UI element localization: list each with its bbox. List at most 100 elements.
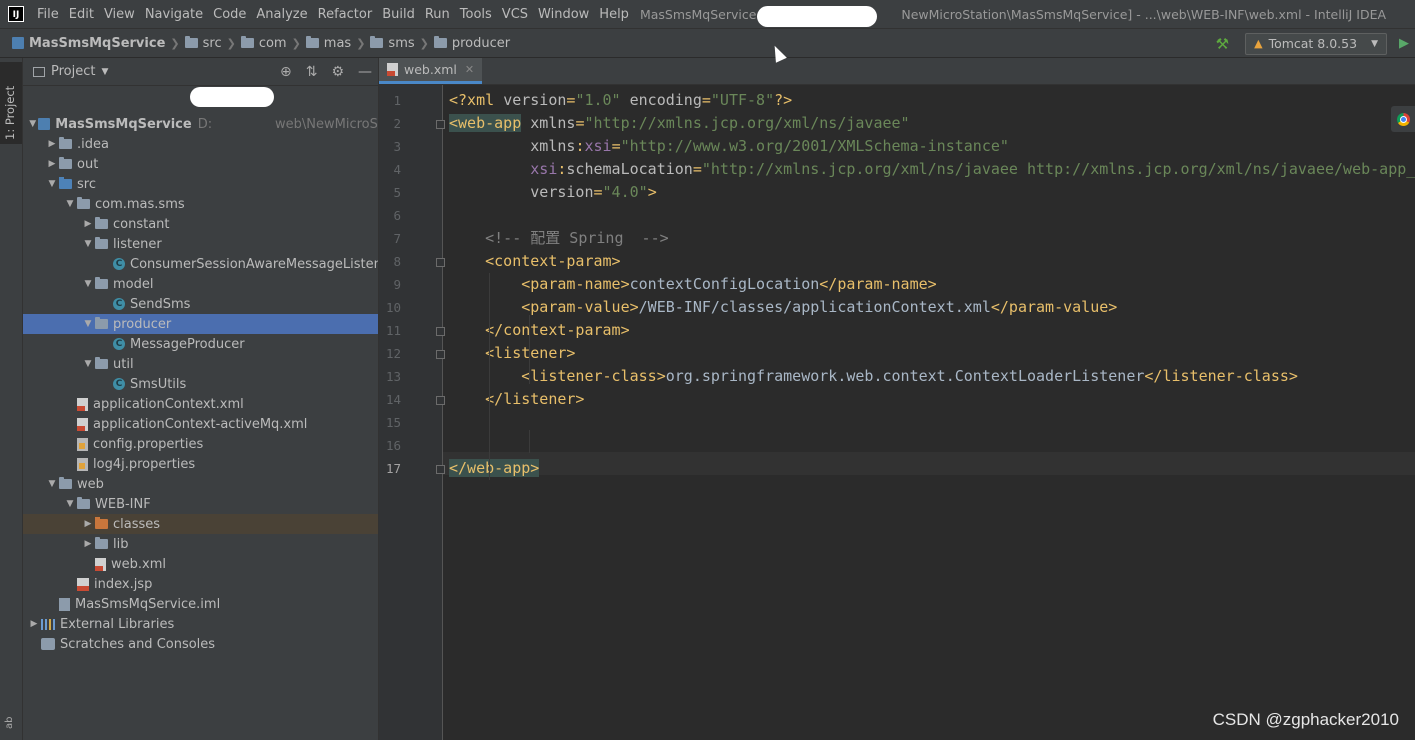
tree-item[interactable]: C MessageProducer (23, 334, 378, 354)
tree-item[interactable]: ▼ WEB-INF (23, 494, 378, 514)
expand-arrow-icon[interactable]: ▼ (45, 479, 59, 489)
menu-analyze[interactable]: Analyze (251, 7, 312, 22)
breadcrumb-item[interactable]: ❯ com (222, 36, 287, 51)
tree-item[interactable]: ▶ .idea (23, 134, 378, 154)
tree-item-label: applicationContext-activeMq.xml (93, 416, 308, 432)
tree-item[interactable]: C ConsumerSessionAwareMessageListener (23, 254, 378, 274)
tree-item-label: SendSms (130, 296, 191, 312)
fold-marker-icon[interactable] (436, 327, 445, 336)
locate-icon[interactable]: ⊕ (280, 64, 292, 80)
tree-item[interactable]: ▼ util (23, 354, 378, 374)
tree-item[interactable]: Scratches and Consoles (23, 634, 378, 654)
tree-item[interactable]: ▶ lib (23, 534, 378, 554)
breadcrumb-item[interactable]: ❯ producer (415, 36, 510, 51)
tree-item[interactable]: web.xml (23, 554, 378, 574)
collapse-arrow-icon[interactable]: ▶ (81, 539, 95, 549)
hammer-icon[interactable]: ⚒ (1216, 35, 1229, 53)
code-token: version (449, 183, 594, 201)
tree-item[interactable]: C SendSms (23, 294, 378, 314)
close-icon[interactable]: ✕ (465, 63, 474, 76)
code-line: </web-app> (449, 457, 540, 480)
breadcrumb-item[interactable]: ❯ mas (287, 36, 352, 51)
tree-item[interactable]: log4j.properties (23, 454, 378, 474)
tree-item-label: constant (113, 216, 170, 232)
menu-edit[interactable]: Edit (64, 7, 99, 22)
tree-item[interactable]: ▼ MasSmsMqService D: web\NewMicroSt (23, 114, 379, 134)
browser-preview-button[interactable] (1391, 106, 1415, 132)
fold-marker-icon[interactable] (436, 465, 445, 474)
fold-marker-icon[interactable] (436, 120, 445, 129)
fold-marker-icon[interactable] (436, 396, 445, 405)
tab-web-xml[interactable]: web.xml ✕ (379, 58, 483, 84)
tree-item[interactable]: applicationContext.xml (23, 394, 378, 414)
tree-item[interactable]: ▶ out (23, 154, 378, 174)
expand-arrow-icon[interactable]: ▼ (81, 359, 95, 369)
menu-code[interactable]: Code (208, 7, 251, 22)
collapse-arrow-icon[interactable]: ▶ (81, 519, 95, 529)
tree-item-path: D: (197, 116, 213, 132)
menu-vcs[interactable]: VCS (497, 7, 533, 22)
line-number: 15 (385, 415, 401, 430)
tree-item[interactable]: ▼ com.mas.sms (23, 194, 378, 214)
menu-navigate[interactable]: Navigate (140, 7, 208, 22)
editor-gutter: 1 2 3 4 5 6 7 8 9 10 11 12 13 14 15 16 17 (379, 85, 445, 740)
tree-item[interactable]: index.jsp (23, 574, 378, 594)
tree-item[interactable]: MasSmsMqService.iml (23, 594, 378, 614)
project-tool-tab[interactable]: 1: Project (0, 62, 22, 144)
collapse-arrow-icon[interactable]: ▶ (27, 619, 41, 629)
tree-item[interactable]: ▶ External Libraries (23, 614, 378, 634)
tool-window-strip: 1: Project ab (0, 58, 23, 740)
tree-item[interactable]: ▼ producer (23, 314, 378, 334)
breadcrumb-item[interactable]: ❯ sms (351, 36, 414, 51)
redaction-blob (757, 6, 877, 27)
fold-marker-icon[interactable] (436, 350, 445, 359)
menu-view[interactable]: View (99, 7, 140, 22)
menu-build[interactable]: Build (377, 7, 420, 22)
menu-help[interactable]: Help (594, 7, 634, 22)
menu-run[interactable]: Run (420, 7, 455, 22)
minimize-icon[interactable]: — (358, 64, 372, 80)
code-token: "http://www.w3.org/2001/XMLSchema-instan… (620, 137, 1009, 155)
bottom-tool-tab[interactable]: ab (4, 717, 15, 729)
collapse-icon[interactable]: ⇅ (306, 64, 318, 80)
tree-item[interactable]: ▶ classes (23, 514, 378, 534)
tree-item[interactable]: C SmsUtils (23, 374, 378, 394)
tree-item[interactable]: ▼ model (23, 274, 378, 294)
play-icon[interactable]: ▶ (1399, 36, 1409, 51)
menu-file[interactable]: File (32, 7, 64, 22)
code-area[interactable]: <?xml version="1.0" encoding="UTF-8"?> <w… (449, 85, 1415, 740)
tree-item[interactable]: ▶ constant (23, 214, 378, 234)
code-token: </web-app> (449, 459, 540, 477)
breadcrumb-item[interactable]: ❯ src (165, 36, 221, 51)
fold-marker-icon[interactable] (436, 258, 445, 267)
expand-arrow-icon[interactable]: ▼ (45, 179, 59, 189)
tree-item-label: out (77, 156, 99, 172)
folder-icon (240, 36, 254, 48)
tree-item[interactable]: config.properties (23, 434, 378, 454)
expand-arrow-icon[interactable]: ▼ (81, 319, 95, 329)
tree-item[interactable]: ▼ web (23, 474, 378, 494)
menu-refactor[interactable]: Refactor (313, 7, 378, 22)
tree-item[interactable]: ▼ listener (23, 234, 378, 254)
tree-item-path: web\NewMicroSt (275, 116, 379, 132)
expand-arrow-icon[interactable]: ▼ (81, 279, 95, 289)
expand-arrow-icon[interactable]: ▼ (63, 199, 77, 209)
project-panel-title[interactable]: Project (51, 64, 95, 79)
code-token: encoding (629, 91, 702, 109)
tree-item[interactable]: ▼ src (23, 174, 378, 194)
gear-icon[interactable]: ⚙ (331, 64, 344, 80)
chevron-down-icon[interactable]: ▼ (101, 67, 108, 77)
collapse-arrow-icon[interactable]: ▶ (45, 139, 59, 149)
expand-arrow-icon[interactable]: ▼ (27, 119, 38, 129)
menu-tools[interactable]: Tools (455, 7, 497, 22)
expand-arrow-icon[interactable]: ▼ (63, 499, 77, 509)
breadcrumb-item[interactable]: MasSmsMqService (12, 36, 165, 51)
expand-arrow-icon[interactable]: ▼ (81, 239, 95, 249)
tree-item[interactable]: applicationContext-activeMq.xml (23, 414, 378, 434)
collapse-arrow-icon[interactable]: ▶ (45, 159, 59, 169)
folder-icon (77, 197, 90, 209)
run-configuration-select[interactable]: ▲ Tomcat 8.0.53 ▼ (1245, 32, 1387, 55)
menu-window[interactable]: Window (533, 7, 594, 22)
code-line: xsi:schemaLocation="http://xmlns.jcp.org… (449, 158, 1415, 181)
collapse-arrow-icon[interactable]: ▶ (81, 219, 95, 229)
